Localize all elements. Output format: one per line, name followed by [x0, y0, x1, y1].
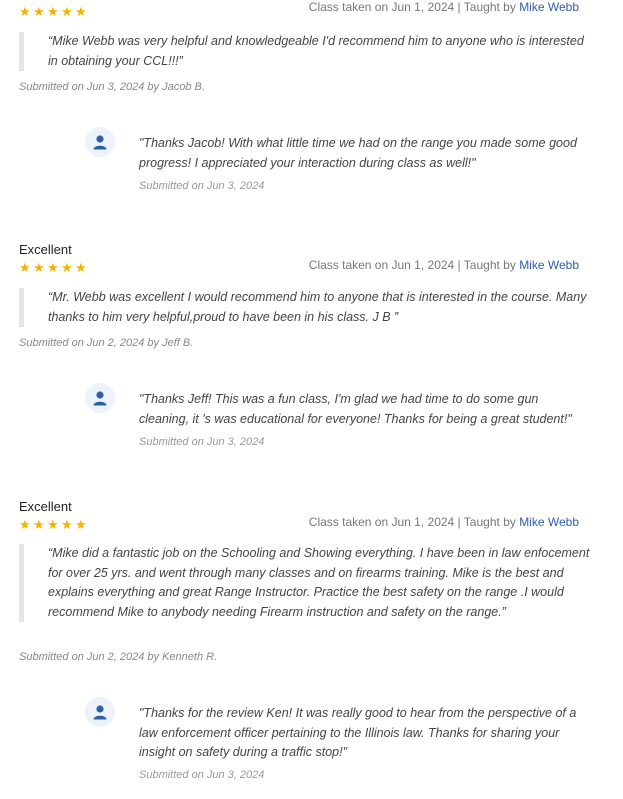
taught-by-label: Taught by [463, 0, 516, 14]
review-title: Excellent [19, 499, 72, 514]
taught-by-label: Taught by [463, 258, 516, 272]
star-icon: ★ [75, 260, 87, 275]
star-icon: ★ [61, 4, 73, 19]
star-icon: ★ [61, 517, 73, 532]
avatar [85, 697, 115, 727]
user-avatar-icon [93, 135, 107, 150]
class-taken-date: Class taken on Jun 1, 2024 [308, 515, 455, 529]
teacher-link[interactable]: Mike Webb [519, 515, 579, 529]
review-submitted: Submitted on Jun 2, 2024 by Kenneth R. [19, 651, 218, 663]
user-avatar-icon [93, 705, 107, 720]
rating-stars: ★ ★ ★ ★ ★ [19, 4, 87, 19]
reply-text: "Thanks Jacob! With what little time we … [139, 136, 577, 170]
teacher-link[interactable]: Mike Webb [519, 0, 579, 14]
star-icon: ★ [75, 517, 87, 532]
rating-stars: ★ ★ ★ ★ ★ [19, 260, 87, 275]
taught-by-label: Taught by [463, 515, 516, 529]
teacher-link[interactable]: Mike Webb [519, 258, 579, 272]
reply-submitted: Submitted on Jun 3, 2024 [139, 180, 265, 192]
star-icon: ★ [47, 260, 59, 275]
star-icon: ★ [33, 4, 45, 19]
reply-submitted: Submitted on Jun 3, 2024 [139, 769, 265, 781]
review-quote: “Mike Webb was very helpful and knowledg… [19, 32, 593, 71]
reply-text: "Thanks for the review Ken! It was reall… [139, 706, 577, 759]
rating-stars: ★ ★ ★ ★ ★ [19, 517, 87, 532]
avatar [85, 383, 115, 413]
star-icon: ★ [19, 4, 31, 19]
star-icon: ★ [33, 517, 45, 532]
review-quote: “Mike did a fantastic job on the Schooli… [19, 544, 593, 622]
star-icon: ★ [19, 260, 31, 275]
star-icon: ★ [33, 260, 45, 275]
star-icon: ★ [19, 517, 31, 532]
star-icon: ★ [47, 517, 59, 532]
review-quote: “Mr. Webb was excellent I would recommen… [19, 288, 593, 327]
review-title: Excellent [19, 242, 72, 257]
star-icon: ★ [75, 4, 87, 19]
reply-text: "Thanks Jeff! This was a fun class, I'm … [139, 392, 572, 426]
star-icon: ★ [47, 4, 59, 19]
class-meta: Class taken on Jun 1, 2024 | Taught by M… [308, 0, 579, 14]
review-submitted: Submitted on Jun 3, 2024 by Jacob B. [19, 81, 205, 93]
reply-submitted: Submitted on Jun 3, 2024 [139, 436, 265, 448]
star-icon: ★ [61, 260, 73, 275]
user-avatar-icon [93, 391, 107, 406]
avatar [85, 127, 115, 157]
class-meta: Class taken on Jun 1, 2024 | Taught by M… [308, 258, 579, 272]
review-submitted: Submitted on Jun 2, 2024 by Jeff B. [19, 337, 194, 349]
class-taken-date: Class taken on Jun 1, 2024 [308, 0, 455, 14]
class-meta: Class taken on Jun 1, 2024 | Taught by M… [308, 515, 579, 529]
class-taken-date: Class taken on Jun 1, 2024 [308, 258, 455, 272]
